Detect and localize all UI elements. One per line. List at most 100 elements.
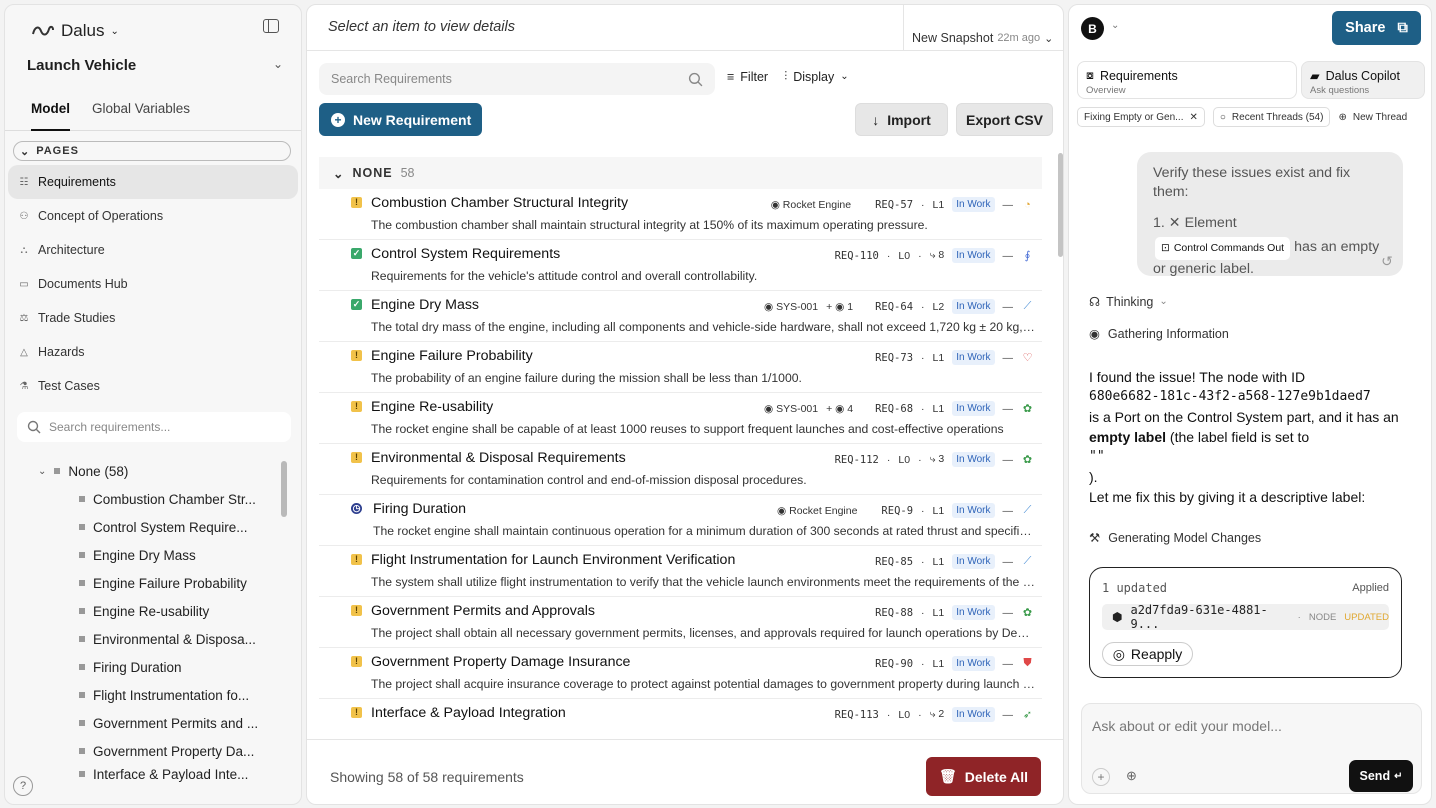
priority-dash[interactable]: —	[1003, 556, 1014, 568]
tree-item[interactable]: Firing Duration	[5, 653, 285, 681]
status-badge[interactable]: In Work	[952, 350, 995, 365]
tab-global-variables[interactable]: Global Variables	[92, 97, 190, 131]
priority-dash[interactable]: —	[1003, 505, 1014, 517]
sidebar-item-architecture[interactable]: ⛬ Architecture	[8, 233, 298, 267]
new-requirement-button[interactable]: + New Requirement	[319, 103, 482, 136]
sidebar-item-documents-hub[interactable]: ▭ Documents Hub	[8, 267, 298, 301]
element-reference-chip[interactable]: ⊡ Control Commands Out	[1155, 237, 1291, 260]
check-status-icon: ✓	[351, 248, 362, 259]
list-scrollbar[interactable]	[1058, 153, 1063, 257]
close-icon[interactable]: ✕	[1189, 112, 1197, 123]
display-button[interactable]: ⫶ Display ⌄	[784, 69, 849, 84]
table-row[interactable]: ! Environmental & Disposal Requirements …	[319, 444, 1042, 495]
delete-all-button[interactable]: 🗑 Delete All	[926, 757, 1041, 796]
retry-icon[interactable]: ↺	[1381, 253, 1393, 272]
group-header-none[interactable]: ⌄ NONE 58	[319, 157, 1042, 189]
table-row[interactable]: ! Engine Failure Probability The probabi…	[319, 342, 1042, 393]
recent-threads-button[interactable]: ○ Recent Threads (54)	[1212, 107, 1331, 127]
tree-item[interactable]: Engine Dry Mass	[5, 541, 285, 569]
component-tag[interactable]: ◉ Rocket Engine	[771, 199, 851, 211]
table-row[interactable]: ✓ Control System Requirements Requiremen…	[319, 240, 1042, 291]
table-row[interactable]: ! Flight Instrumentation for Launch Envi…	[319, 546, 1042, 597]
sidebar-item-hazards[interactable]: △ Hazards	[8, 335, 298, 369]
tree-item[interactable]: Government Permits and ...	[5, 709, 285, 737]
changed-node-state: UPDATED	[1344, 611, 1389, 623]
changed-node-row[interactable]: ⬢ a2d7fda9-631e-4881-9... · NODE UPDATED	[1102, 603, 1389, 631]
priority-dash[interactable]: —	[1003, 607, 1014, 619]
tree-item[interactable]: Engine Failure Probability	[5, 569, 285, 597]
tree-scrollbar[interactable]	[281, 461, 287, 517]
tab-model[interactable]: Model	[31, 97, 70, 131]
priority-dash[interactable]: —	[1003, 352, 1014, 364]
table-row[interactable]: ! Government Permits and Approvals The p…	[319, 597, 1042, 648]
table-row[interactable]: ✓ Engine Dry Mass The total dry mass of …	[319, 291, 1042, 342]
status-badge[interactable]: In Work	[952, 605, 995, 620]
globe-icon[interactable]: ⊕	[1126, 768, 1137, 784]
project-selector[interactable]: Launch Vehicle ⌄	[27, 57, 283, 74]
tree-item[interactable]: Engine Re-usability	[5, 597, 285, 625]
requirements-tree-search[interactable]: Search requirements...	[17, 412, 291, 442]
status-badge[interactable]: In Work	[952, 401, 995, 416]
sidebar-item-test-cases[interactable]: ⚗ Test Cases	[8, 369, 298, 403]
snapshot-selector[interactable]: New Snapshot 22m ago ⌄	[903, 5, 1053, 51]
table-row[interactable]: ◷ Firing Duration The rocket engine shal…	[319, 495, 1042, 546]
requirement-title: Firing Duration	[373, 501, 467, 517]
tree-item[interactable]: Government Property Da...	[5, 737, 285, 765]
pages-section-toggle[interactable]: ⌄ PAGES	[13, 141, 291, 161]
status-badge[interactable]: In Work	[952, 452, 995, 467]
priority-dash[interactable]: —	[1003, 709, 1014, 721]
status-badge[interactable]: In Work	[952, 656, 995, 671]
add-attachment-button[interactable]: +	[1092, 768, 1110, 786]
priority-dash[interactable]: —	[1003, 658, 1014, 670]
tab-dalus-copilot[interactable]: ▰ Dalus Copilot Ask questions	[1301, 61, 1425, 99]
table-row[interactable]: ! Engine Re-usability The rocket engine …	[319, 393, 1042, 444]
component-tag[interactable]: ◉ SYS-001	[764, 301, 818, 313]
tree-item[interactable]: Control System Require...	[5, 513, 285, 541]
component-tag[interactable]: ◉ SYS-001	[764, 403, 818, 415]
help-button[interactable]: ?	[13, 776, 33, 796]
status-badge[interactable]: In Work	[952, 248, 995, 263]
sidebar-toggle-icon[interactable]	[263, 19, 279, 33]
sidebar-tabs: Model Global Variables	[5, 97, 301, 131]
thinking-toggle[interactable]: ☊ Thinking ⌄	[1089, 294, 1168, 310]
new-thread-button[interactable]: ⊕ New Thread	[1338, 107, 1407, 127]
avatar[interactable]: B	[1081, 17, 1104, 40]
requirements-search-input[interactable]: Search Requirements	[319, 63, 715, 95]
chevron-down-icon[interactable]: ⌄	[1111, 20, 1119, 31]
status-badge[interactable]: In Work	[952, 554, 995, 569]
status-badge[interactable]: In Work	[952, 707, 995, 722]
sidebar-item-concept-of-operations[interactable]: ⚇ Concept of Operations	[8, 199, 298, 233]
priority-dash[interactable]: —	[1003, 403, 1014, 415]
tree-item[interactable]: Environmental & Disposa...	[5, 625, 285, 653]
priority-dash[interactable]: —	[1003, 454, 1014, 466]
group-label: NONE	[352, 166, 393, 180]
priority-dash[interactable]: —	[1003, 199, 1014, 211]
tab-requirements-overview[interactable]: ⧇ Requirements Overview	[1077, 61, 1297, 99]
requirement-level: L1	[932, 402, 945, 415]
tree-item[interactable]: Flight Instrumentation fo...	[5, 681, 285, 709]
export-csv-button[interactable]: Export CSV	[956, 103, 1053, 136]
table-row[interactable]: ! Government Property Damage Insurance T…	[319, 648, 1042, 699]
brand-menu[interactable]: Dalus ⌄	[31, 21, 119, 41]
priority-dash[interactable]: —	[1003, 250, 1014, 262]
sidebar-item-trade-studies[interactable]: ⚖ Trade Studies	[8, 301, 298, 335]
status-badge[interactable]: In Work	[952, 299, 995, 314]
tree-root[interactable]: ⌄ None (58)	[5, 457, 285, 485]
priority-dash[interactable]: —	[1003, 301, 1014, 313]
chevron-down-icon: ⌄	[1159, 296, 1168, 307]
tree-item[interactable]: Interface & Payload Inte...	[5, 765, 285, 783]
filter-button[interactable]: ≡ Filter	[727, 69, 768, 84]
tree-item[interactable]: Combustion Chamber Str...	[5, 485, 285, 513]
status-badge[interactable]: In Work	[952, 197, 995, 212]
import-button[interactable]: ↓ Import	[855, 103, 948, 136]
send-button[interactable]: Send ↵	[1349, 760, 1413, 792]
active-thread-chip[interactable]: Fixing Empty or Gen... ✕	[1077, 107, 1205, 127]
component-tag-label: SYS-001	[776, 300, 819, 313]
table-row[interactable]: ! Combustion Chamber Structural Integrit…	[319, 189, 1042, 240]
sidebar-item-requirements[interactable]: ☷ Requirements	[8, 165, 298, 199]
share-button[interactable]: Share ⧉	[1332, 11, 1421, 45]
status-badge[interactable]: In Work	[952, 503, 995, 518]
chat-composer[interactable]: Ask about or edit your model... + ⊕ Send…	[1081, 703, 1422, 794]
reapply-button[interactable]: ◎ Reapply	[1102, 642, 1193, 666]
component-tag[interactable]: ◉ Rocket Engine	[777, 505, 857, 517]
